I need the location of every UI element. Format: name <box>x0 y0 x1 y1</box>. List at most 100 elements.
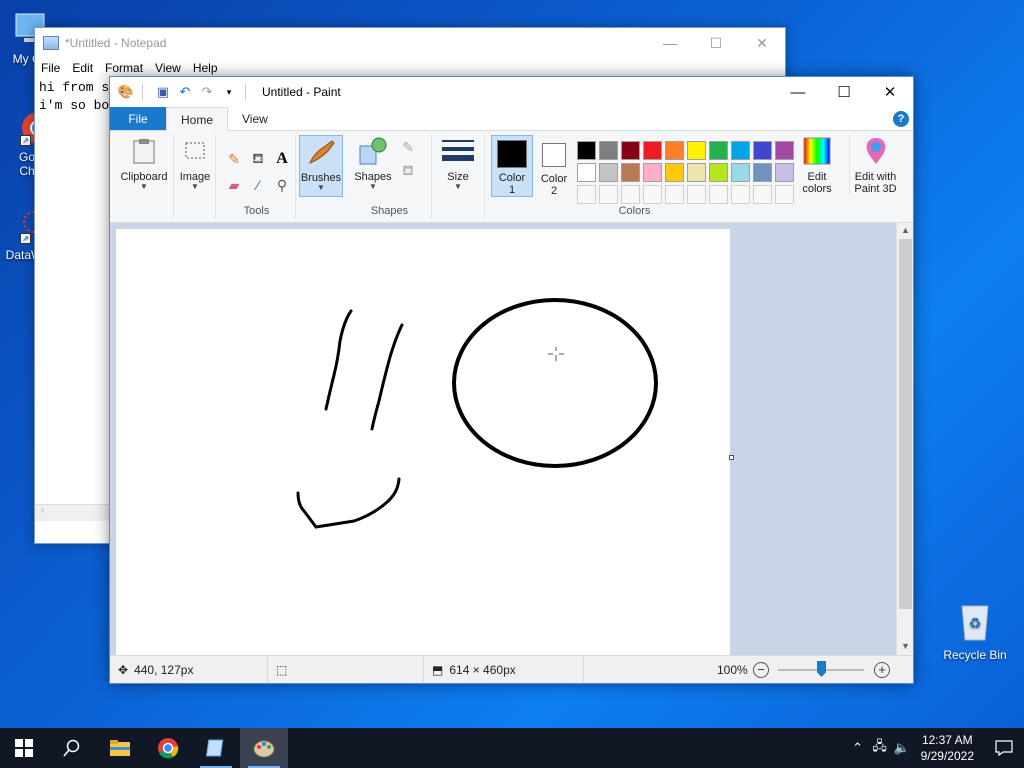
zoom-slider-thumb[interactable] <box>817 661 826 677</box>
vertical-scrollbar[interactable]: ▲ ▼ <box>896 223 913 657</box>
move-cursor-icon: ✥ <box>118 662 129 677</box>
palette-swatch[interactable] <box>599 185 618 204</box>
palette-swatch[interactable] <box>731 141 750 160</box>
text-icon[interactable]: A <box>272 149 292 169</box>
notepad-menubar: File Edit Format View Help <box>35 58 785 78</box>
palette-swatch[interactable] <box>599 163 618 182</box>
chevron-up-icon[interactable]: ⌃ <box>847 740 869 756</box>
color2-button[interactable]: Color 2 <box>535 135 573 197</box>
clipboard-button[interactable]: Clipboard ▼ <box>116 135 172 191</box>
scrollbar-thumb[interactable] <box>899 239 912 609</box>
menu-format[interactable]: Format <box>99 61 149 75</box>
palette-swatch[interactable] <box>687 185 706 204</box>
eraser-icon[interactable]: ▰ <box>224 175 244 195</box>
palette-swatch[interactable] <box>577 141 596 160</box>
search-button[interactable] <box>48 728 96 768</box>
minimize-button[interactable]: — <box>775 77 821 107</box>
palette-swatch[interactable] <box>621 141 640 160</box>
menu-file[interactable]: File <box>35 61 66 75</box>
palette-swatch[interactable] <box>643 185 662 204</box>
palette-swatch[interactable] <box>599 141 618 160</box>
palette-swatch[interactable] <box>665 141 684 160</box>
palette-swatch[interactable] <box>643 163 662 182</box>
minimize-button[interactable]: — <box>647 28 693 58</box>
palette-swatch[interactable] <box>775 185 794 204</box>
zoom-in-button[interactable]: + <box>874 662 890 678</box>
taskbar-file-explorer[interactable] <box>96 728 144 768</box>
palette-swatch[interactable] <box>621 185 640 204</box>
colors-group: Color 1 Color 2 Edit colors Colors Edit … <box>484 135 904 219</box>
save-icon[interactable]: ▣ <box>155 84 171 100</box>
scroll-up-icon[interactable]: ▲ <box>897 225 914 239</box>
drawing-canvas[interactable] <box>116 229 730 657</box>
palette-swatch[interactable] <box>687 163 706 182</box>
palette-swatch[interactable] <box>577 163 596 182</box>
notifications-button[interactable] <box>984 740 1024 756</box>
start-button[interactable] <box>0 728 48 768</box>
redo-icon[interactable]: ↷ <box>199 84 215 100</box>
customize-toolbar-icon[interactable]: ▾ <box>221 84 237 100</box>
palette-swatch[interactable] <box>665 163 684 182</box>
maximize-button[interactable]: ☐ <box>821 77 867 107</box>
color1-button[interactable]: Color 1 <box>491 135 533 197</box>
recycle-bin-icon-container[interactable]: ♻ Recycle Bin <box>940 600 1010 662</box>
shortcut-arrow-icon: ↗ <box>20 135 31 146</box>
palette-swatch[interactable] <box>731 185 750 204</box>
outline-icon[interactable]: ✎ <box>398 137 418 157</box>
fill-icon[interactable]: ⛾ <box>248 149 268 169</box>
palette-swatch[interactable] <box>775 163 794 182</box>
brushes-button[interactable]: Brushes ▼ <box>299 135 343 197</box>
undo-icon[interactable]: ↶ <box>177 84 193 100</box>
palette-swatch[interactable] <box>643 141 662 160</box>
color1-swatch <box>497 140 527 168</box>
pencil-icon[interactable]: ✎ <box>224 149 244 169</box>
tab-file[interactable]: File <box>110 107 166 130</box>
paint-window[interactable]: 🎨 ▣ ↶ ↷ ▾ Untitled - Paint — ☐ ✕ File Ho… <box>109 76 914 684</box>
color-picker-icon[interactable]: ⁄ <box>248 175 268 195</box>
palette-swatch[interactable] <box>709 163 728 182</box>
scroll-down-icon[interactable]: ▼ <box>897 641 914 655</box>
palette-swatch[interactable] <box>753 163 772 182</box>
paint-title: Untitled - Paint <box>262 85 341 99</box>
palette-swatch[interactable] <box>687 141 706 160</box>
help-icon[interactable]: ? <box>893 111 909 127</box>
menu-help[interactable]: Help <box>187 61 224 75</box>
palette-swatch[interactable] <box>731 163 750 182</box>
tab-view[interactable]: View <box>228 107 282 130</box>
network-icon[interactable]: 🖧 <box>869 737 891 759</box>
magnifier-icon[interactable]: ⚲ <box>272 175 292 195</box>
size-button[interactable]: Size ▼ <box>438 135 478 191</box>
fill-shape-icon[interactable]: ⛾ <box>398 161 418 181</box>
svg-text:♻: ♻ <box>969 615 982 631</box>
zoom-out-button[interactable]: − <box>753 662 769 678</box>
taskbar-chrome[interactable] <box>144 728 192 768</box>
edit-colors-button[interactable]: Edit colors <box>795 135 839 195</box>
horizontal-scrollbar[interactable]: ‹ <box>35 504 110 521</box>
menu-view[interactable]: View <box>149 61 187 75</box>
paint-icon <box>253 740 275 758</box>
palette-swatch[interactable] <box>753 141 772 160</box>
palette-swatch[interactable] <box>621 163 640 182</box>
volume-icon[interactable]: 🔈 <box>891 740 913 756</box>
tab-home[interactable]: Home <box>166 107 229 131</box>
maximize-button[interactable]: ☐ <box>693 28 739 58</box>
image-button[interactable]: Image ▼ <box>176 135 214 191</box>
palette-swatch[interactable] <box>709 141 728 160</box>
palette-swatch[interactable] <box>775 141 794 160</box>
canvas-size: 614 × 460px <box>449 662 516 677</box>
palette-swatch[interactable] <box>753 185 772 204</box>
image-group: Image ▼ <box>176 135 216 219</box>
edit-with-paint3d-button[interactable]: Edit with Paint 3D <box>849 135 901 195</box>
taskbar-paint[interactable] <box>240 728 288 768</box>
taskbar-notepad[interactable] <box>192 728 240 768</box>
palette-swatch[interactable] <box>709 185 728 204</box>
close-button[interactable]: ✕ <box>867 77 913 107</box>
dropdown-caret-icon: ▼ <box>454 182 462 191</box>
palette-swatch[interactable] <box>577 185 596 204</box>
canvas-resize-handle[interactable] <box>729 455 734 460</box>
clock[interactable]: 12:37 AM 9/29/2022 <box>913 732 984 764</box>
palette-swatch[interactable] <box>665 185 684 204</box>
shapes-button[interactable]: Shapes ▼ <box>350 135 396 191</box>
menu-edit[interactable]: Edit <box>66 61 99 75</box>
close-button[interactable]: ✕ <box>739 28 785 58</box>
